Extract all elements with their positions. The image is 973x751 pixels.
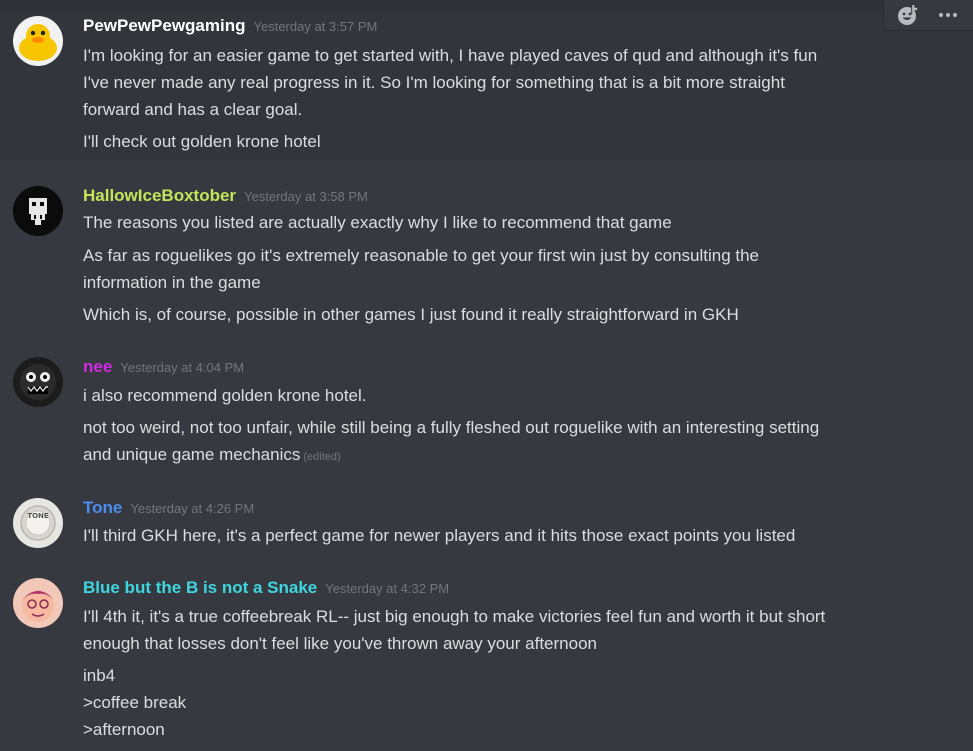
avatar[interactable] <box>13 357 63 407</box>
message-line: I've never made any real progress in it.… <box>83 73 785 92</box>
message-line: Which is, of course, possible in other g… <box>83 305 739 324</box>
knob-avatar-icon: TONE <box>13 498 63 548</box>
username[interactable]: Blue but the B is not a Snake <box>83 578 317 597</box>
timestamp: Yesterday at 4:04 PM <box>120 360 245 375</box>
username[interactable]: PewPewPewgaming <box>83 16 246 35</box>
username[interactable]: HallowIceBoxtober <box>83 186 236 205</box>
avatar[interactable]: TONE <box>13 498 63 548</box>
message-line: forward and has a clear goal. <box>83 100 303 119</box>
message-line: >coffee break <box>83 693 187 712</box>
timestamp: Yesterday at 4:32 PM <box>325 581 450 596</box>
message-line: I'll 4th it, it's a true coffeebreak RL-… <box>83 607 826 626</box>
message-line: I'll check out golden krone hotel <box>83 132 321 151</box>
message-line: I'm looking for an easier game to get st… <box>83 46 818 65</box>
message-toolbar <box>883 0 973 31</box>
more-icon <box>939 13 957 17</box>
message-line: The reasons you listed are actually exac… <box>83 213 672 232</box>
more-options-button[interactable] <box>930 0 966 30</box>
message-line: information in the game <box>83 273 261 292</box>
username[interactable]: nee <box>83 357 112 376</box>
message-header: nee Yesterday at 4:04 PM <box>83 357 244 381</box>
avatar[interactable] <box>13 16 63 66</box>
message-line: >afternoon <box>83 720 165 739</box>
avatar-knob-text: TONE <box>27 512 49 520</box>
cartoon-avatar-icon <box>13 578 63 628</box>
add-reaction-button[interactable] <box>890 0 926 30</box>
message-text: and unique game mechanics <box>83 445 301 464</box>
message-line: i also recommend golden krone hotel. <box>83 386 367 405</box>
message-line: I'll third GKH here, it's a perfect game… <box>83 526 796 545</box>
timestamp: Yesterday at 3:57 PM <box>253 19 378 34</box>
message-header: PewPewPewgaming Yesterday at 3:57 PM <box>83 16 377 40</box>
message-header: Blue but the B is not a Snake Yesterday a… <box>83 578 449 602</box>
duck-avatar-icon <box>13 16 63 66</box>
edited-label: (edited) <box>303 451 341 463</box>
message-line: enough that losses don't feel like you'v… <box>83 634 597 653</box>
timestamp: Yesterday at 3:58 PM <box>244 189 368 204</box>
message-line: not too weird, not too unfair, while sti… <box>83 418 820 437</box>
message-line: As far as roguelikes go it's extremely r… <box>83 246 760 265</box>
top-edge <box>0 0 973 12</box>
username[interactable]: Tone <box>83 498 122 517</box>
message-line: inb4 <box>83 666 116 685</box>
monster-avatar-icon <box>13 357 63 407</box>
avatar[interactable] <box>13 578 63 628</box>
message-header: Tone Yesterday at 4:26 PM <box>83 498 254 522</box>
avatar[interactable] <box>13 186 63 236</box>
message-header: HallowIceBoxtober Yesterday at 3:58 PM <box>83 186 368 210</box>
skull-avatar-icon <box>13 186 63 236</box>
chat-messages: PewPewPewgaming Yesterday at 3:57 PM I'm … <box>0 0 973 751</box>
add-reaction-icon <box>898 4 918 25</box>
message-line: and unique game mechanics (edited) <box>83 441 943 471</box>
timestamp: Yesterday at 4:26 PM <box>130 501 255 516</box>
